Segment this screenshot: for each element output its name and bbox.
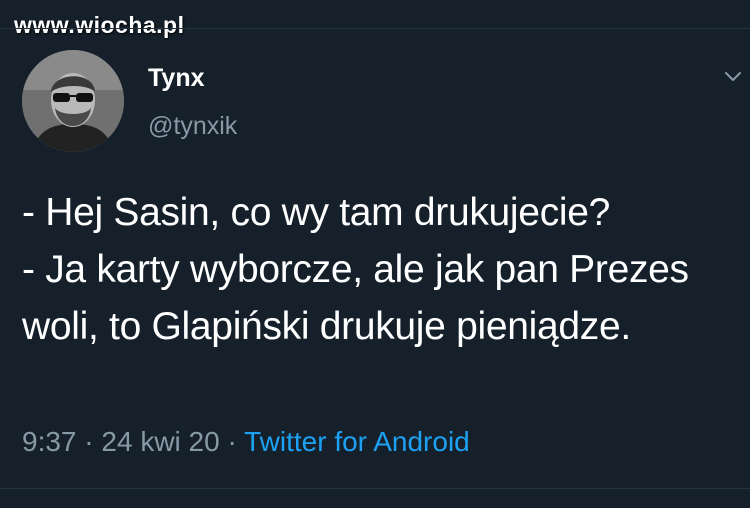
- meta-separator: ·: [76, 426, 102, 457]
- meta-separator: ·: [219, 426, 245, 457]
- chevron-down-icon[interactable]: [722, 66, 744, 88]
- tweet-text: - Hej Sasin, co wy tam drukujecie? - Ja …: [22, 191, 689, 348]
- tweet-date[interactable]: 24 kwi 20: [101, 426, 219, 457]
- watermark: www.wiocha.pl: [14, 12, 185, 38]
- avatar-image: [22, 50, 124, 152]
- tweet-screenshot: www.wiocha.pl Tynx @tynxik - Hej Sasin, …: [0, 0, 750, 508]
- tweet-source-link[interactable]: Twitter for Android: [244, 426, 470, 457]
- divider: [0, 28, 750, 29]
- avatar[interactable]: [22, 50, 124, 152]
- author-handle[interactable]: @tynxik: [148, 112, 237, 141]
- author-name[interactable]: Tynx: [148, 64, 205, 93]
- tweet-meta: 9:37 · 24 kwi 20 · Twitter for Android: [22, 426, 470, 458]
- tweet-time[interactable]: 9:37: [22, 426, 77, 457]
- divider: [0, 488, 750, 489]
